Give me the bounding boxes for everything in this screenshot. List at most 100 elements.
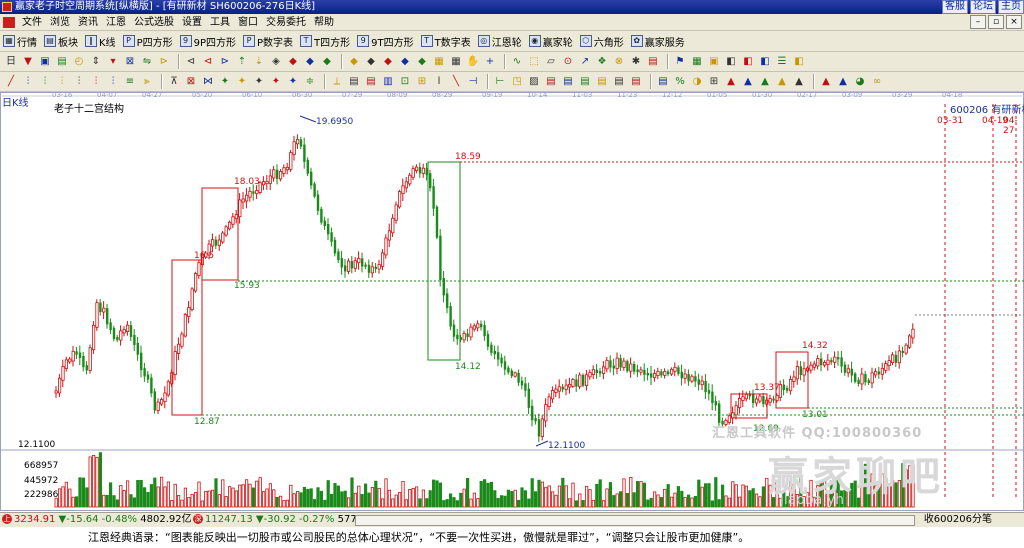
analysis-tool-23-icon[interactable]: ⊡ [398,75,412,89]
drawing-tool-40-icon[interactable]: ◧ [724,55,738,69]
menu-news[interactable]: 资讯 [74,14,102,31]
analysis-tool-33-icon[interactable]: ▤ [578,75,592,89]
drawing-tool-33-icon[interactable]: ❖ [595,55,609,69]
analysis-tool-11-icon[interactable]: ⊠ [184,75,198,89]
drawing-tool-31-icon[interactable]: ⊙ [561,55,575,69]
analysis-tool-22-icon[interactable]: ▥ [381,75,395,89]
toolbar-gann-wheel-button[interactable]: ◎ 江恩轮 [477,34,522,49]
drawing-tool-23-icon[interactable]: ◆ [415,55,429,69]
menu-gann[interactable]: 江恩 [102,14,130,31]
analysis-tool-45-icon[interactable]: ▲ [792,75,806,89]
drawing-tool-42-icon[interactable]: ◧ [758,55,772,69]
drawing-tool-32-icon[interactable]: ↗ [578,55,592,69]
analysis-tool-20-icon[interactable]: ▤ [347,75,361,89]
drawing-tool-14-icon[interactable]: ⇣ [252,55,266,69]
analysis-tool-42-icon[interactable]: ▲ [741,75,755,89]
toolbar-t-numtable-button[interactable]: T T数字表 [420,34,471,49]
menu-browse[interactable]: 浏览 [46,14,74,31]
drawing-tool-17-icon[interactable]: ◆ [303,55,317,69]
analysis-tool-28-icon[interactable]: ⊢ [493,75,507,89]
drawing-tool-24-icon[interactable]: ▦ [432,55,446,69]
drawing-tool-19-icon[interactable]: ◆ [347,55,361,69]
toolbar-winner-service-button[interactable]: ✿ 赢家服务 [630,34,685,49]
analysis-tool-10-icon[interactable]: ⊼ [167,75,181,89]
drawing-tool-21-icon[interactable]: ◆ [381,55,395,69]
analysis-tool-43-icon[interactable]: ▲ [758,75,772,89]
period-select[interactable]: 日 [4,55,18,69]
analysis-tool-12-icon[interactable]: ⋈ [201,75,215,89]
drawing-tool-7-icon[interactable]: ⊠ [123,55,137,69]
analysis-tool-13-icon[interactable]: ✦ [218,75,232,89]
drawing-tool-16-icon[interactable]: ◆ [286,55,300,69]
toolbar-t-square-button[interactable]: T T四方形 [300,34,350,49]
toolbar-p-square-button[interactable]: P P四方形 [122,34,173,49]
drawing-tool-36-icon[interactable]: ▤ [646,55,660,69]
analysis-tool-34-icon[interactable]: ▤ [595,75,609,89]
analysis-tool-48-icon[interactable]: ◕ [853,75,867,89]
drawing-tool-22-icon[interactable]: ◆ [398,55,412,69]
link-homepage[interactable]: 主页 [998,0,1024,14]
menu-formula[interactable]: 公式选股 [130,14,178,31]
drawing-tool-13-icon[interactable]: ⇡ [235,55,249,69]
drawing-tool-9-icon[interactable]: ⊳ [157,55,171,69]
sh-index-status[interactable]: 上 3234.91 ▼-15.64 -0.48% 4802.92亿 [2,513,192,527]
horizontal-scrollbar[interactable] [355,515,915,526]
analysis-tool-7-icon[interactable]: ⫶ [106,75,120,89]
drawing-tool-6-icon[interactable]: ▾ [106,55,120,69]
menu-trade[interactable]: 交易委托 [262,14,310,31]
kline-chart[interactable]: 03-16 04-07 04-27 05-20 06-10 06-30 07-29 08-09… [0,92,1024,512]
drawing-tool-5-icon[interactable]: ⇕ [89,55,103,69]
toolbar-9p-square-button[interactable]: 9 9P四方形 [179,34,236,49]
drawing-tool-26-icon[interactable]: ✋ [466,55,480,69]
analysis-tool-21-icon[interactable]: ▤ [364,75,378,89]
analysis-tool-16-icon[interactable]: ✦ [269,75,283,89]
analysis-tool-8-icon[interactable]: ≡ [123,75,137,89]
drawing-tool-8-icon[interactable]: ⇋ [140,55,154,69]
link-customer-service[interactable]: 客服 [942,0,968,14]
analysis-tool-14-icon[interactable]: ✦ [235,75,249,89]
drawing-tool-39-icon[interactable]: ▣ [707,55,721,69]
link-forum[interactable]: 论坛 [970,0,996,14]
drawing-tool-43-icon[interactable]: ☰ [775,55,789,69]
analysis-tool-37-icon[interactable]: ▤ [656,75,670,89]
analysis-tool-30-icon[interactable]: ▨ [527,75,541,89]
drawing-tool-2-icon[interactable]: ▣ [38,55,52,69]
drawing-tool-20-icon[interactable]: ◆ [364,55,378,69]
menu-tools[interactable]: 工具 [206,14,234,31]
menu-window[interactable]: 窗口 [234,14,262,31]
drawing-tool-37-icon[interactable]: ⚑ [673,55,687,69]
drawing-tool-10-icon[interactable]: ⊲ [184,55,198,69]
drawing-tool-35-icon[interactable]: ✱ [629,55,643,69]
analysis-tool-27-icon[interactable]: ⊣ [466,75,480,89]
drawing-tool-44-icon[interactable]: ◧ [792,55,806,69]
analysis-tool-9-icon[interactable]: ⫸ [140,75,154,89]
analysis-tool-36-icon[interactable]: ▤ [629,75,643,89]
restore-button[interactable]: ▫ [988,15,1004,29]
drawing-tool-34-icon[interactable]: ⊗ [612,55,626,69]
analysis-tool-44-icon[interactable]: ▲ [775,75,789,89]
menu-help[interactable]: 帮助 [310,14,338,31]
toolbar-hexagon-button[interactable]: ⬡ 六角形 [579,34,624,49]
analysis-tool-40-icon[interactable]: ⊞ [707,75,721,89]
analysis-tool-6-icon[interactable]: ⫶ [89,75,103,89]
drawing-tool-38-icon[interactable]: ▦ [690,55,704,69]
analysis-tool-2-icon[interactable]: ⫶ [21,75,35,89]
toolbar-sector-button[interactable]: ▤ 板块 [44,34,78,49]
analysis-tool-32-icon[interactable]: ▤ [561,75,575,89]
drawing-tool-29-icon[interactable]: ⬚ [527,55,541,69]
analysis-tool-38-icon[interactable]: % [673,75,687,89]
analysis-tool-46-icon[interactable]: ▲ [819,75,833,89]
toolbar-p-numtable-button[interactable]: P P数字表 [243,34,293,49]
analysis-tool-39-icon[interactable]: ◑ [690,75,704,89]
analysis-tool-25-icon[interactable]: ⅼ [432,75,446,89]
analysis-tool-41-icon[interactable]: ▲ [724,75,738,89]
analysis-tool-17-icon[interactable]: ✦ [286,75,300,89]
toolbar-quotes-button[interactable]: ▦ 行情 [3,34,37,49]
analysis-tool-49-icon[interactable]: ∞ [870,75,884,89]
drawing-tool-11-icon[interactable]: ⊲ [201,55,215,69]
drawing-tool-28-icon[interactable]: ∿ [510,55,524,69]
menu-settings[interactable]: 设置 [178,14,206,31]
sz-index-status[interactable]: 深11247.13 ▼-30.92 -0.27% 5772.2 [193,513,373,527]
drawing-tool-27-icon[interactable]: + [483,55,497,69]
drawing-tool-12-icon[interactable]: ⊳ [218,55,232,69]
